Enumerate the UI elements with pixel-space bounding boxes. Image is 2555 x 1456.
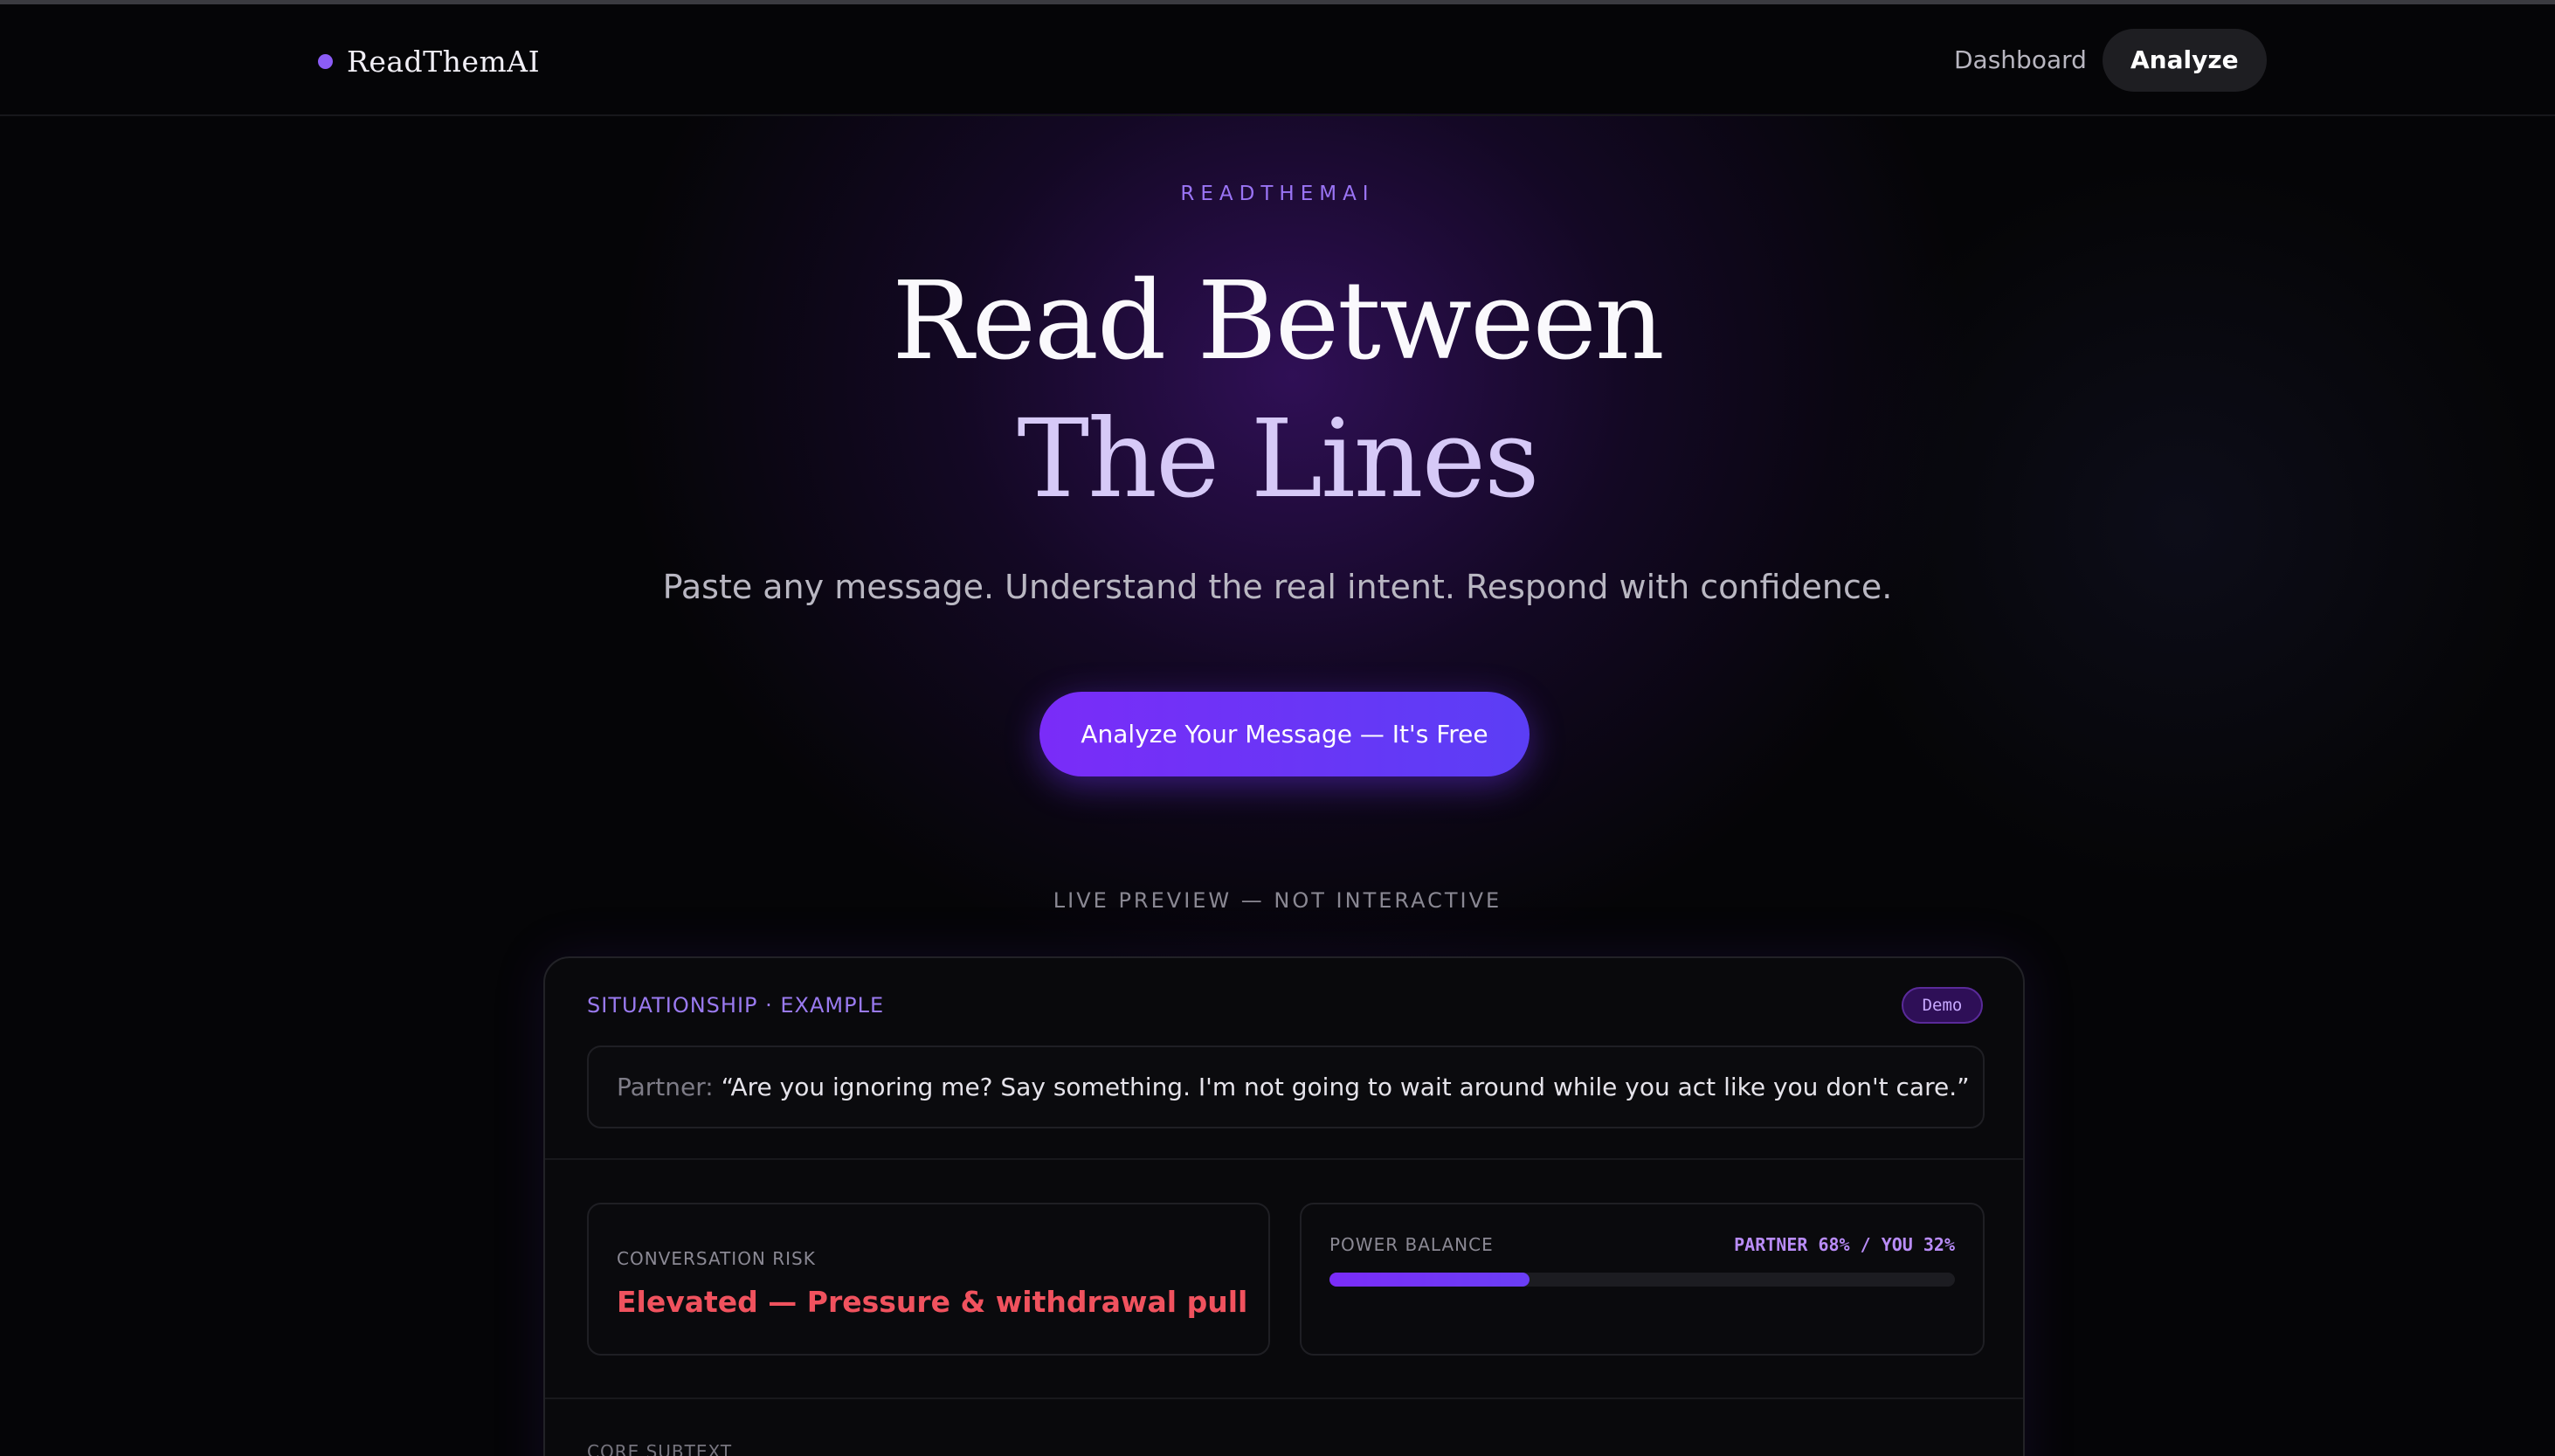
divider [545, 1397, 2023, 1399]
power-balance-panel: POWER BALANCE PARTNER 68% / YOU 32% [1300, 1203, 1985, 1356]
hero-glow [611, 114, 1974, 987]
analyze-cta-button[interactable]: Analyze Your Message — It's Free [1039, 692, 1530, 776]
nav-link-dashboard[interactable]: Dashboard [1926, 29, 2115, 92]
hero-headline-line1: Read Between [892, 259, 1665, 384]
risk-label: CONVERSATION RISK [617, 1248, 816, 1269]
core-subtext-label: CORE SUBTEXT [587, 1441, 733, 1456]
power-bar-fill [1329, 1273, 1530, 1287]
divider [545, 1158, 2023, 1160]
message-quote: Partner: “Are you ignoring me? Say somet… [587, 1045, 1985, 1128]
power-bar-track [1329, 1273, 1955, 1287]
brand-dot-icon [318, 53, 333, 69]
hero-subhead: Paste any message. Understand the real i… [662, 568, 1893, 606]
preview-card: SITUATIONSHIP · EXAMPLE Demo Partner: “A… [543, 956, 2025, 1456]
quote-speaker: Partner: [617, 1073, 714, 1101]
top-nav: ReadThemAI Dashboard Analyze [0, 4, 2555, 116]
hero-eyebrow: READTHEMAI [1180, 183, 1375, 205]
preview-tag: SITUATIONSHIP · EXAMPLE [587, 993, 885, 1018]
power-readout: PARTNER 68% / YOU 32% [1734, 1234, 1955, 1255]
power-label: POWER BALANCE [1329, 1234, 1494, 1255]
preview-label: LIVE PREVIEW — NOT INTERACTIVE [1053, 888, 1502, 913]
quote-text: “Are you ignoring me? Say something. I'm… [721, 1073, 1970, 1101]
brand-name: ReadThemAI [347, 44, 541, 79]
brand-logo[interactable]: ReadThemAI [318, 39, 540, 83]
risk-value: Elevated — Pressure & withdrawal pull [617, 1285, 1248, 1319]
page: ReadThemAI Dashboard Analyze READTHEMAI … [0, 0, 2555, 1456]
hero-headline-line2: The Lines [1017, 397, 1539, 522]
demo-badge: Demo [1902, 987, 1983, 1024]
nav-link-analyze[interactable]: Analyze [2103, 29, 2267, 92]
conversation-risk-panel: CONVERSATION RISK Elevated — Pressure & … [587, 1203, 1270, 1356]
